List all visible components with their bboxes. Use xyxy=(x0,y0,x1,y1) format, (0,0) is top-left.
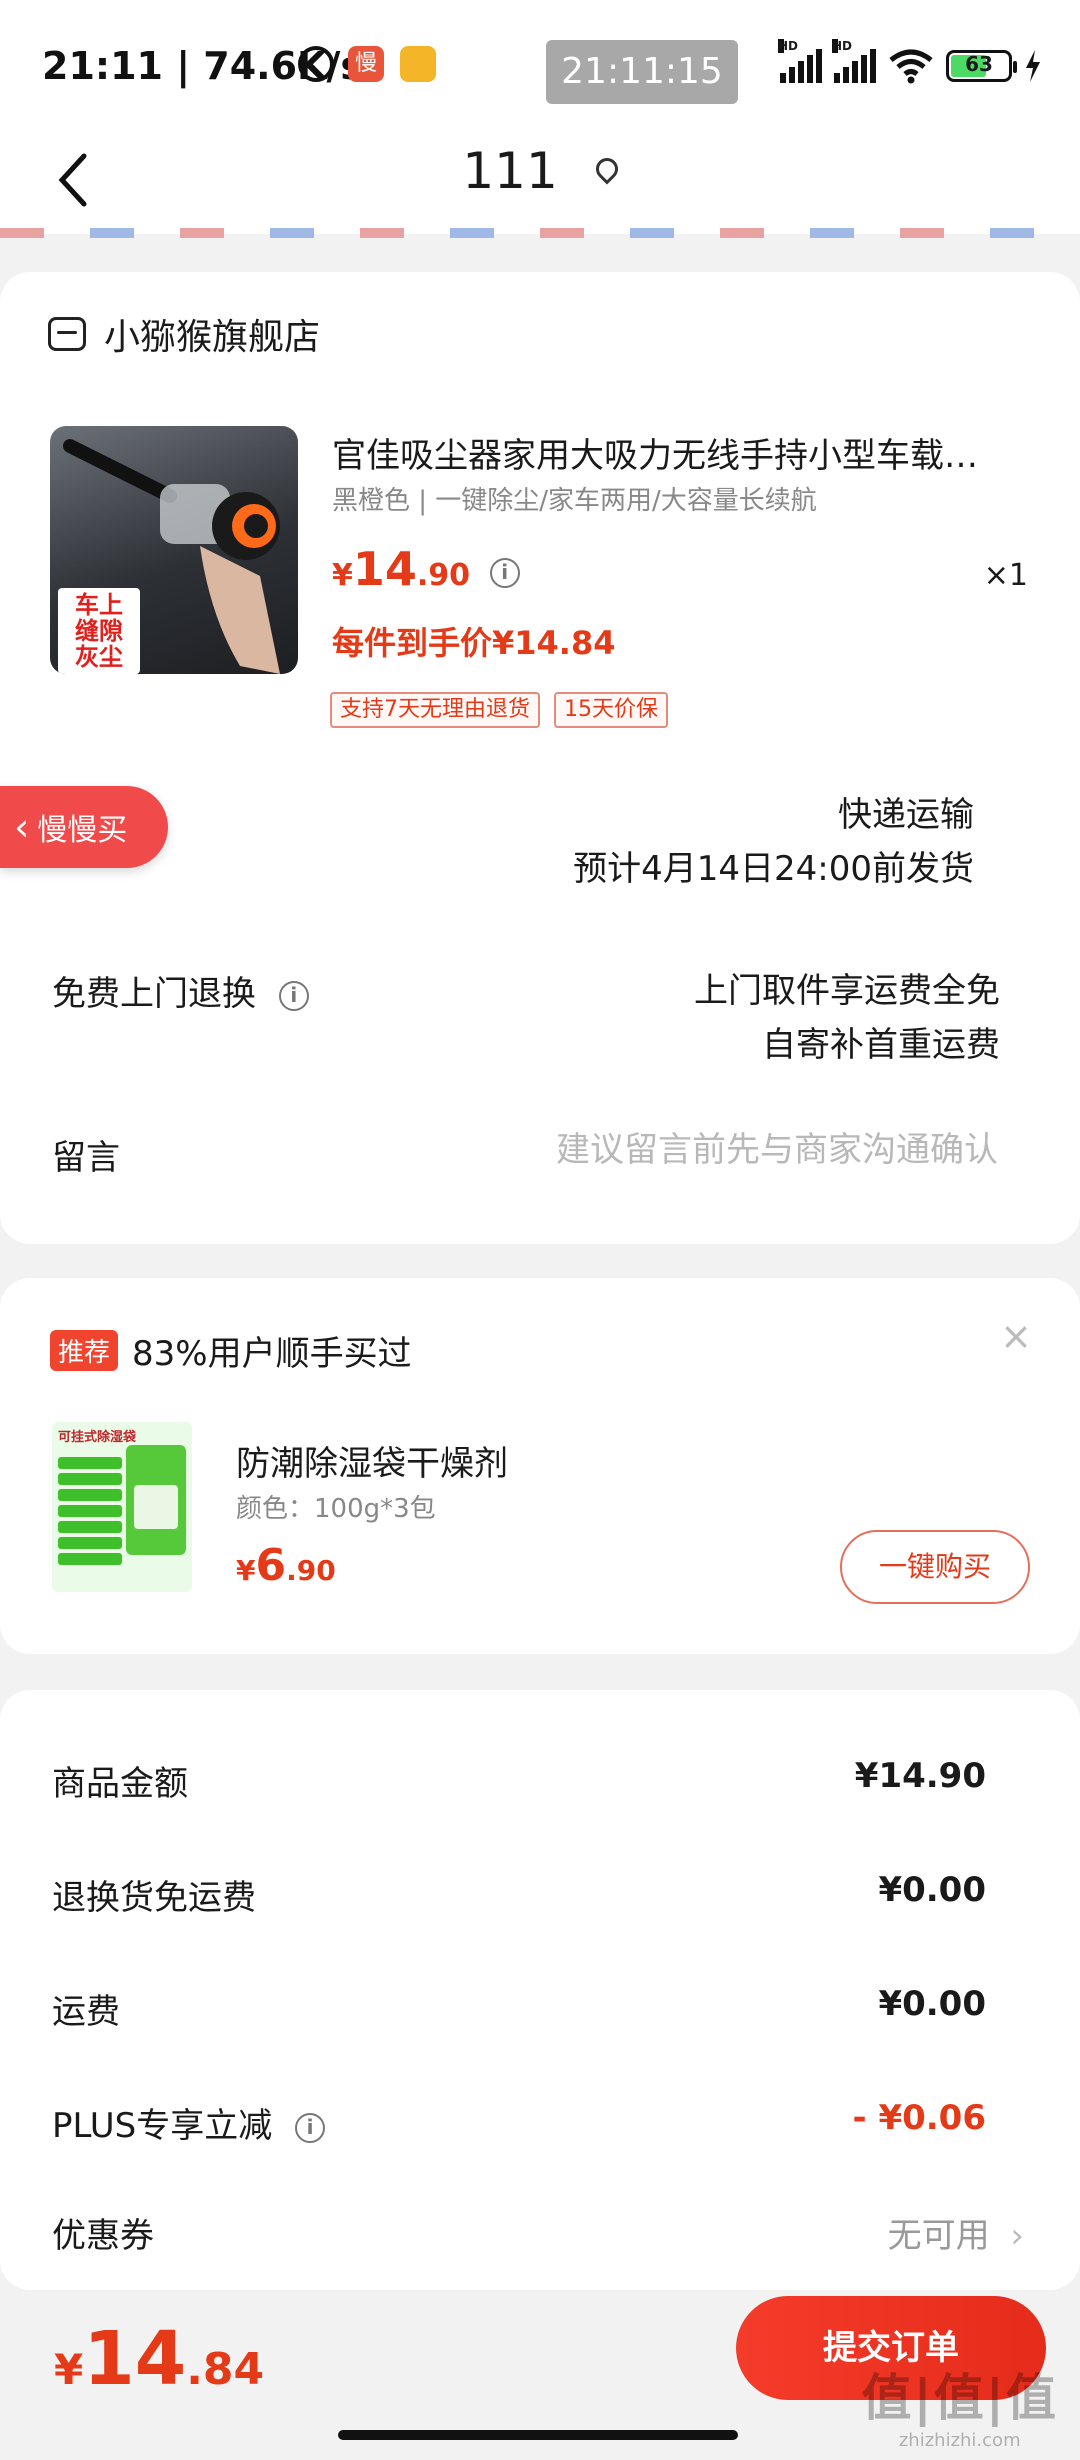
product-image[interactable]: 车上 缝隙 灰尘 xyxy=(50,426,298,674)
return-info[interactable]: 上门取件享运费全免 自寄补首重运费 xyxy=(694,964,1000,1072)
return-label: 免费上门退换 xyxy=(52,974,256,1014)
status-bar: 21:11 | 74.6K/s 慢 21:11:15 HD HD 63 xyxy=(0,0,1080,130)
unit-price: 每件到手价¥14.84 xyxy=(332,624,616,662)
product-spec[interactable]: 黑橙色 | 一键除尘/家车两用/大容量长续航 xyxy=(332,480,817,517)
summary-card: 商品金额 ¥14.90 退换货免运费 ¥0.00 运费 ¥0.00 PLUS专享… xyxy=(0,1690,1080,2290)
envelope-stripe xyxy=(0,228,1080,238)
message-input[interactable] xyxy=(440,1120,1000,1180)
wifi-icon xyxy=(889,49,933,84)
address-title[interactable]: 111 xyxy=(0,142,1080,200)
order-total: ¥14.84 xyxy=(54,2316,265,2402)
return-info-icon[interactable]: i xyxy=(278,980,309,1011)
product-image-text: 车上 缝隙 灰尘 xyxy=(58,588,140,674)
clock-overlay: 21:11:15 xyxy=(546,40,738,104)
signal-icon: HD xyxy=(778,39,822,83)
summary-row-return-shipping: 退换货免运费 ¥0.00 xyxy=(52,1870,986,1919)
return-line1: 上门取件享运费全免 xyxy=(694,971,1000,1011)
recommend-image-text: 可挂式除湿袋 xyxy=(58,1430,137,1445)
store-icon xyxy=(48,317,86,351)
location-pin-icon xyxy=(591,152,623,185)
product-quantity: ×1 xyxy=(983,558,1028,593)
page-title: 111 xyxy=(462,142,558,200)
message-label: 留言 xyxy=(52,1138,120,1178)
recommend-spec: 颜色：100g*3包 xyxy=(236,1494,436,1524)
recommend-card: 推荐 83%用户顺手买过 × 可挂式除湿袋 防潮除湿袋干燥剂 颜色：100g*3… xyxy=(0,1278,1080,1654)
notes-app-icon xyxy=(400,46,436,82)
product-title[interactable]: 官佳吸尘器家用大吸力无线手持小型车载… xyxy=(332,428,1032,477)
summary-value: ¥0.00 xyxy=(878,1984,986,2024)
recommend-badge: 推荐 xyxy=(50,1330,119,1371)
store-row[interactable]: 小猕猴旗舰店 xyxy=(48,308,320,360)
product-price: ¥14.90 i xyxy=(332,542,520,596)
recommend-price: ¥6.90 xyxy=(236,1540,336,1591)
recommend-header: 推荐 83%用户顺手买过 xyxy=(50,1326,412,1375)
home-indicator[interactable] xyxy=(338,2430,738,2440)
summary-label: 退换货免运费 xyxy=(52,1878,256,1918)
chevron-right-icon: › xyxy=(1010,2216,1024,2256)
summary-row-goods: 商品金额 ¥14.90 xyxy=(52,1756,986,1805)
battery-level: 63 xyxy=(965,52,993,76)
charging-icon xyxy=(1026,50,1040,82)
summary-row-shipping: 运费 ¥0.00 xyxy=(52,1984,986,2033)
summary-row-coupon[interactable]: 优惠券 无可用 › xyxy=(52,2208,1024,2257)
status-icons: HD HD 63 xyxy=(778,39,1042,86)
recommend-text: 83%用户顺手买过 xyxy=(132,1334,412,1374)
header: 111 xyxy=(0,130,1080,234)
summary-row-plus-discount: PLUS专享立减 i - ¥0.06 xyxy=(52,2098,986,2147)
return-line2: 自寄补首重运费 xyxy=(762,1025,1000,1065)
alarm-icon xyxy=(298,46,334,82)
summary-label: 商品金额 xyxy=(52,1764,188,1804)
delivery-info[interactable]: 快递运输 预计4月14日24:00前发货 xyxy=(573,788,974,896)
close-icon[interactable]: × xyxy=(1000,1314,1032,1358)
manmanmai-float-button[interactable]: ‹ 慢慢买 xyxy=(0,786,168,868)
price-info-icon[interactable]: i xyxy=(489,557,520,588)
float-button-label: 慢慢买 xyxy=(37,813,128,848)
plus-info-icon[interactable]: i xyxy=(295,2112,326,2143)
summary-value: - ¥0.06 xyxy=(852,2098,987,2138)
watermark: 值|值|值 zhizhizhi.com xyxy=(861,2369,1058,2451)
delivery-method: 快递运输 xyxy=(838,795,974,835)
battery-icon: 63 xyxy=(946,50,1017,82)
return-label-row: 免费上门退换 i xyxy=(52,966,309,1015)
return-policy-tag: 支持7天无理由退货 xyxy=(330,692,540,728)
summary-value: ¥0.00 xyxy=(878,1870,986,1910)
delivery-estimate: 预计4月14日24:00前发货 xyxy=(573,849,974,889)
summary-label: 优惠券 xyxy=(52,2216,154,2256)
one-click-buy-button[interactable]: 一键购买 xyxy=(840,1530,1030,1604)
recommend-title[interactable]: 防潮除湿袋干燥剂 xyxy=(236,1436,508,1485)
chevron-left-icon: ‹ xyxy=(14,805,30,849)
signal-icon-2: HD xyxy=(832,39,876,83)
summary-label: 运费 xyxy=(52,1992,120,2032)
desiccant-illustration xyxy=(58,1434,186,1565)
manmanmai-app-icon: 慢 xyxy=(348,46,384,82)
coupon-value: 无可用 xyxy=(887,2216,990,2256)
store-name: 小猕猴旗舰店 xyxy=(104,317,321,358)
recommend-product-image[interactable]: 可挂式除湿袋 xyxy=(52,1422,192,1592)
summary-label: PLUS专享立减 xyxy=(52,2106,273,2146)
summary-value: ¥14.90 xyxy=(854,1756,986,1796)
price-protection-tag: 15天价保 xyxy=(554,692,668,728)
order-card: 小猕猴旗舰店 车上 缝隙 灰尘 官佳吸尘器家用大吸力无线手持小型车载… 黑橙色 … xyxy=(0,272,1080,1244)
